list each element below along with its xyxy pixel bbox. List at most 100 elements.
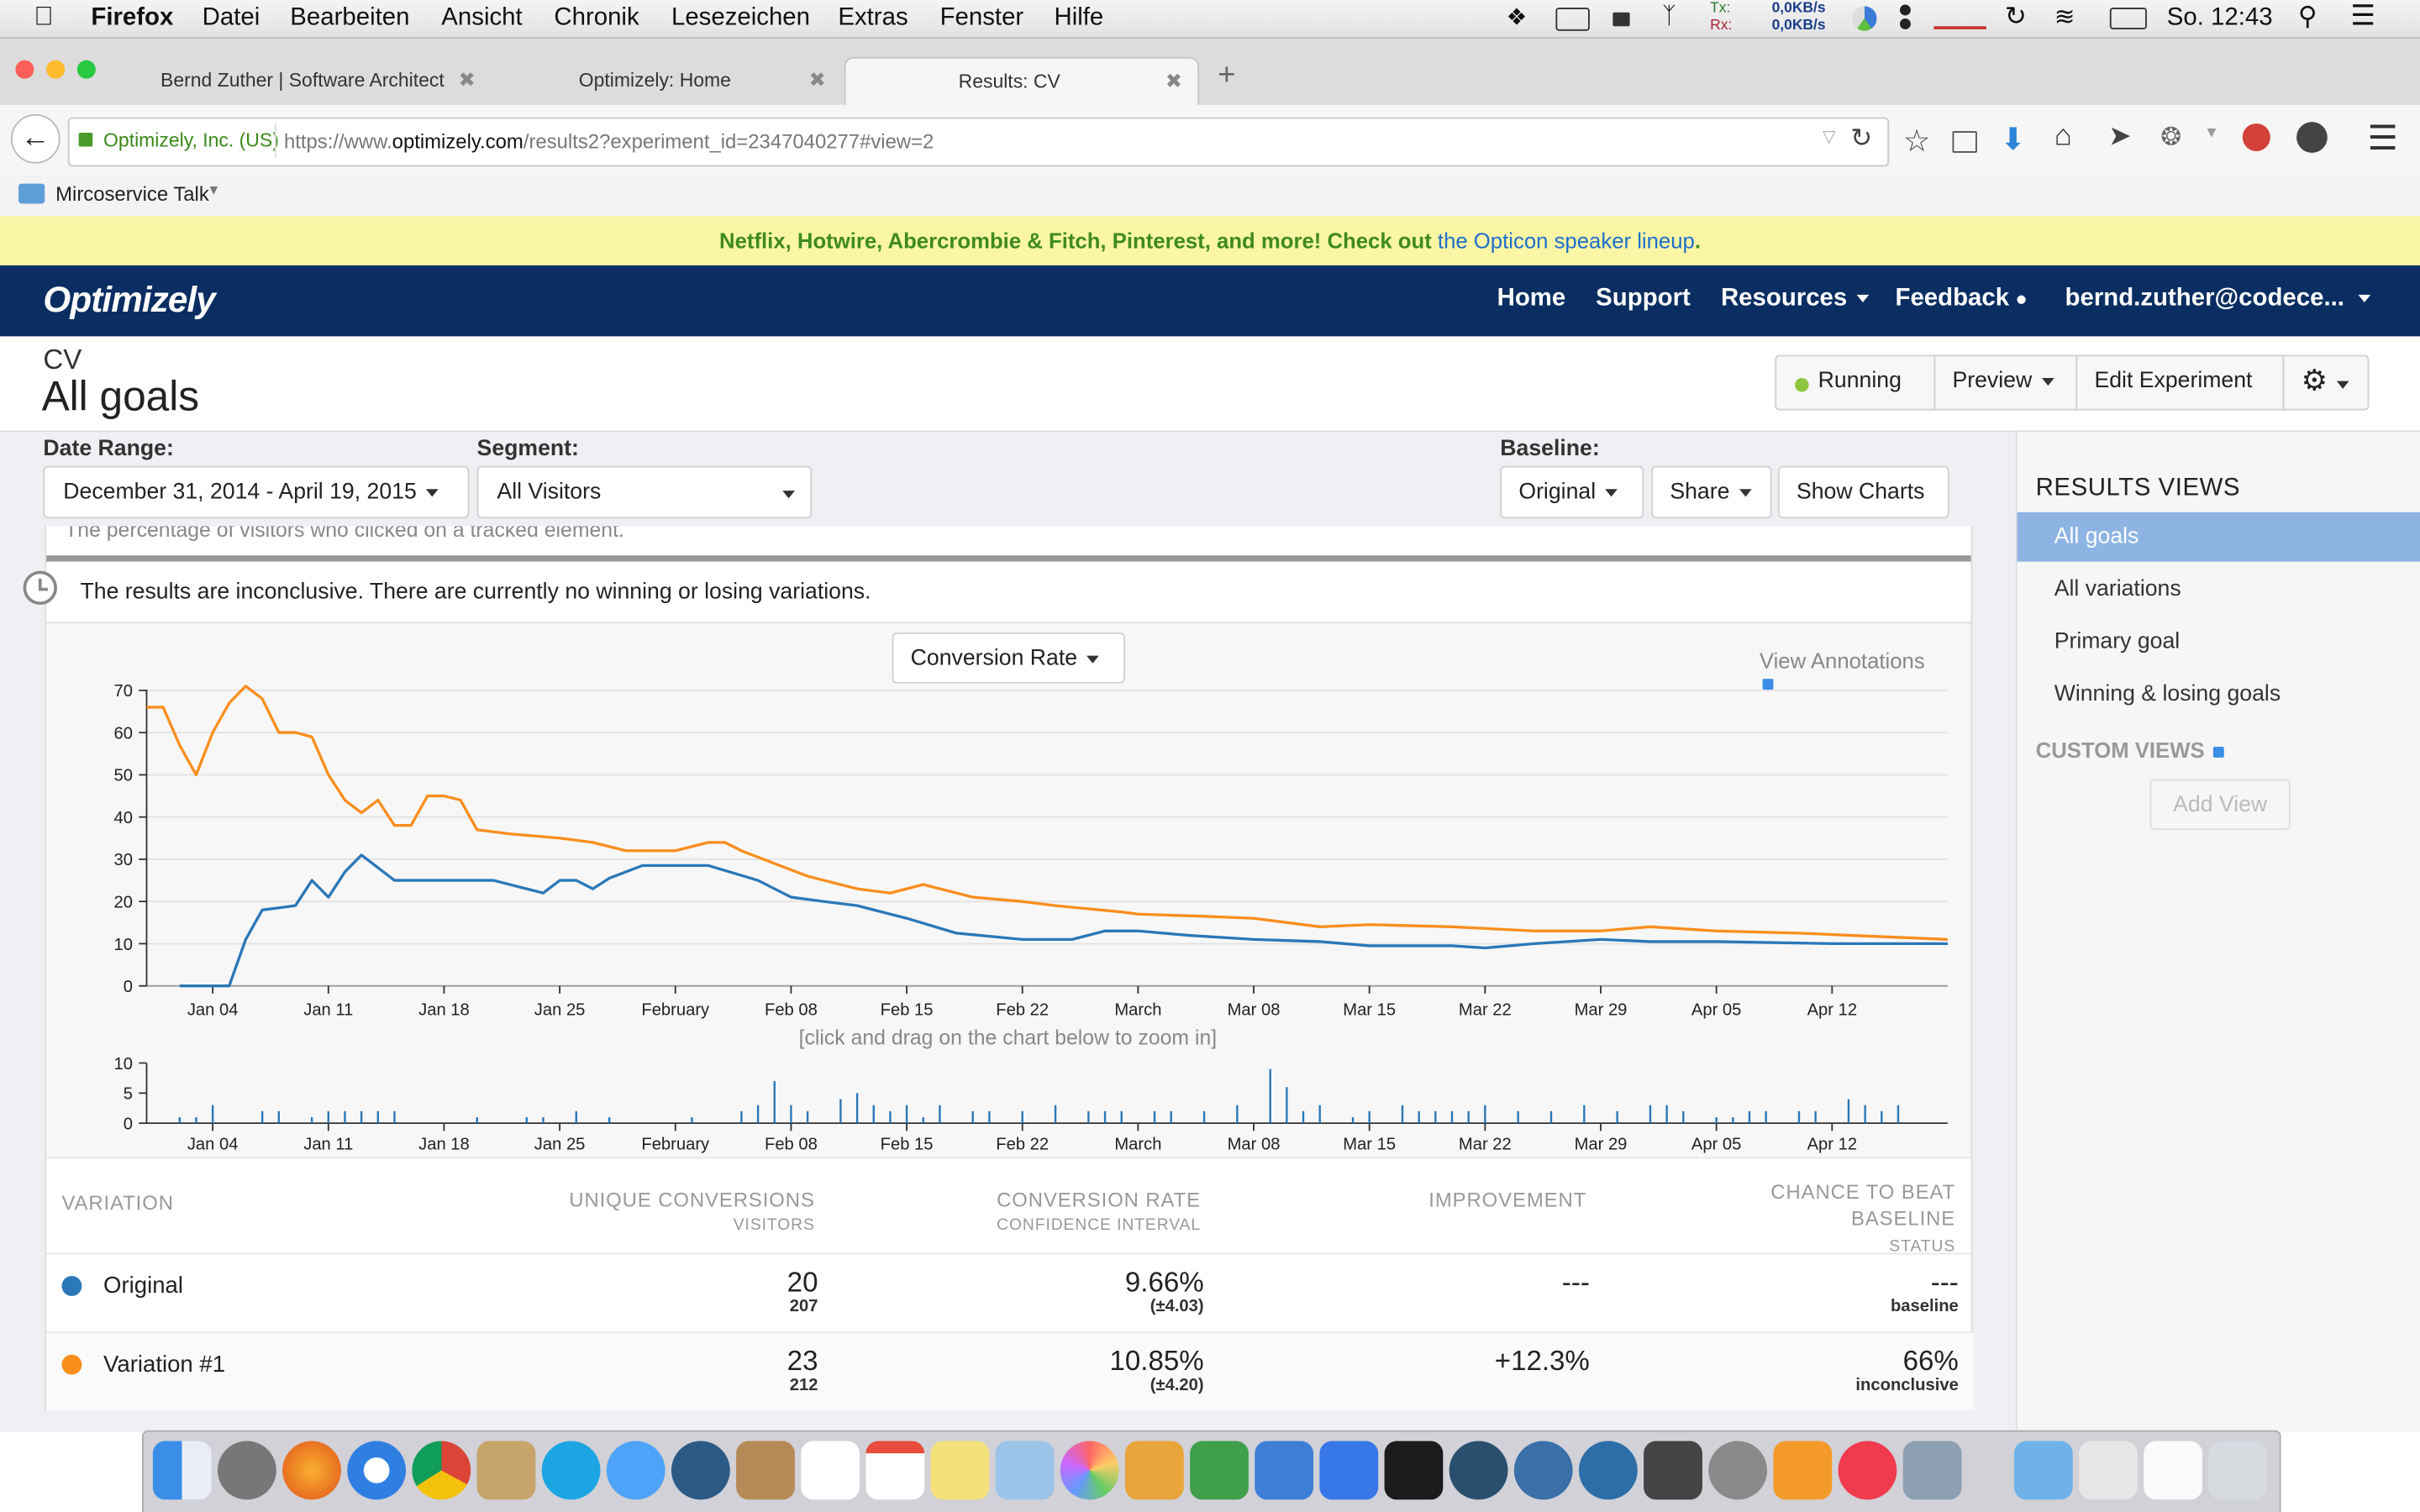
sourcetree-icon[interactable] (1449, 1441, 1508, 1500)
visitors-navigator-chart[interactable]: 0 5 10 Jan 04 Jan 11 Jan 18 Jan 25 February Feb … (92, 1049, 1960, 1158)
bookmark-star-icon[interactable]: ☆ (1903, 122, 1931, 160)
addon-dropdown-icon[interactable]: ▼ (2204, 125, 2219, 142)
send-icon[interactable]: ➤ (2108, 120, 2132, 153)
safari-icon[interactable] (347, 1441, 407, 1500)
menu-item-chronik[interactable]: Chronik (554, 5, 639, 33)
sublime-icon[interactable] (1644, 1441, 1702, 1500)
intellij-icon[interactable] (1319, 1441, 1379, 1500)
nav-resources[interactable]: Resources (1721, 286, 1869, 313)
applications-folder-icon[interactable] (2013, 1441, 2073, 1500)
firebug-icon[interactable]: ❂ (2160, 122, 2181, 153)
pages-icon[interactable] (1124, 1441, 1184, 1500)
date-range-select[interactable]: December 31, 2014 - April 19, 2015 (43, 465, 470, 519)
settings-button[interactable]: ⚙ (2282, 354, 2370, 411)
status-dots-icon[interactable] (1900, 4, 1911, 16)
status-running-button[interactable]: Running (1775, 354, 1936, 411)
url-text[interactable]: https://www.optimizely.com/results2?expe… (284, 129, 934, 153)
view-annotations-link[interactable]: View Annotations (1760, 648, 1925, 672)
system-preferences-icon[interactable] (1708, 1441, 1768, 1500)
tab-optimizely-home[interactable]: Optimizely: Home ✖ (494, 57, 841, 105)
messages-icon[interactable] (606, 1441, 666, 1500)
sidebar-item-winning-losing[interactable]: Winning & losing goals (2018, 669, 2420, 719)
nav-home[interactable]: Home (1497, 286, 1566, 313)
image-capture-icon[interactable] (1902, 1441, 1962, 1500)
bluetooth-icon[interactable]: ᛉ (1662, 3, 1676, 29)
baseline-select[interactable]: Original (1500, 465, 1644, 519)
menu-item-bearbeiten[interactable]: Bearbeiten (290, 5, 409, 33)
lock-icon[interactable] (1612, 12, 1630, 27)
preview-button[interactable]: Preview (1933, 354, 2078, 411)
spotlight-search-icon[interactable]: ⚲ (2298, 2, 2317, 33)
menu-item-ansicht[interactable]: Ansicht (441, 5, 522, 33)
edit-experiment-button[interactable]: Edit Experiment (2075, 354, 2285, 411)
show-charts-button[interactable]: Show Charts (1777, 465, 1949, 519)
window-close-button[interactable] (15, 60, 34, 79)
notification-center-icon[interactable]: ☰ (2350, 0, 2375, 33)
reading-list-icon[interactable] (1952, 131, 1977, 153)
url-bar[interactable]: Optimizely, Inc. (US) https://www.optimi… (67, 117, 1890, 167)
metric-select[interactable]: Conversion Rate (892, 633, 1125, 684)
menu-app-name[interactable]: Firefox (91, 5, 173, 33)
launchpad-icon[interactable] (217, 1441, 276, 1500)
menu-item-hilfe[interactable]: Hilfe (1054, 5, 1103, 33)
url-dropdown-icon[interactable]: ▽ (1823, 127, 1836, 146)
menu-item-datei[interactable]: Datei (203, 5, 260, 33)
ibooks-icon[interactable] (1773, 1441, 1833, 1500)
contacts-icon[interactable] (736, 1441, 795, 1500)
postgres-icon[interactable] (1513, 1441, 1573, 1500)
addon-red-icon[interactable] (2242, 123, 2270, 152)
downloads-icon[interactable]: ⬇ (2000, 120, 2026, 159)
numbers-icon[interactable] (1190, 1441, 1249, 1500)
nav-user-menu[interactable]: bernd.zuther@codece... (2065, 286, 2371, 313)
add-view-button[interactable]: Add View (2149, 779, 2291, 831)
chat-app-icon[interactable] (671, 1441, 730, 1500)
dropbox-icon[interactable]: ❖ (1507, 3, 1528, 31)
trash-icon[interactable] (2208, 1441, 2268, 1500)
tab-close-icon[interactable]: ✖ (1165, 70, 1182, 94)
site-identity[interactable]: Optimizely, Inc. (US) (103, 129, 279, 151)
itunes-icon[interactable] (1838, 1441, 1897, 1500)
window-minimize-button[interactable] (46, 60, 66, 79)
airplay-icon[interactable] (1555, 8, 1590, 31)
clock[interactable]: So. 12:43 (2167, 5, 2273, 33)
tab-results-cv[interactable]: Results: CV ✖ (844, 56, 1200, 107)
nav-support[interactable]: Support (1596, 286, 1691, 313)
html-file-icon[interactable] (2144, 1441, 2203, 1500)
preview-icon[interactable] (995, 1441, 1055, 1500)
skype-icon[interactable] (541, 1441, 601, 1500)
apple-icon[interactable]:  (34, 2, 53, 33)
chrome-icon[interactable] (412, 1441, 471, 1500)
window-zoom-button[interactable] (76, 60, 96, 79)
bookmark-folder-mircoservice[interactable]: Mircoservice Talk (55, 182, 209, 206)
battery-icon[interactable] (2109, 8, 2147, 29)
keynote-icon[interactable] (1255, 1441, 1314, 1500)
photos-icon[interactable] (1060, 1441, 1119, 1500)
conversion-rate-line-chart[interactable]: 0 10 20 30 40 50 60 70 Jan 04 Jan 11 Jan 18 Jan 25 F… (92, 682, 1960, 1021)
menu-item-extras[interactable]: Extras (838, 5, 908, 33)
home-folder-icon[interactable] (2079, 1441, 2138, 1500)
new-tab-button[interactable]: + (1218, 59, 1235, 94)
nav-feedback[interactable]: Feedback ● (1896, 286, 2028, 313)
sidebar-item-all-variations[interactable]: All variations (2018, 564, 2420, 614)
banner-link[interactable]: the Opticon speaker lineup (1438, 228, 1695, 253)
calendar-icon[interactable] (865, 1441, 925, 1500)
mail-icon[interactable] (476, 1441, 536, 1500)
wifi-icon[interactable]: ≋ (2054, 2, 2075, 33)
table-row[interactable]: Variation #1 23 212 10.85% (±4.20) +12.3… (46, 1332, 1975, 1410)
sidebar-item-all-goals[interactable]: All goals (2017, 512, 2420, 562)
cpu-pie-icon[interactable] (1852, 6, 1877, 31)
menu-item-fenster[interactable]: Fenster (940, 5, 1024, 33)
reminders-icon[interactable] (801, 1441, 860, 1500)
share-button[interactable]: Share (1651, 465, 1772, 519)
notes-icon[interactable] (930, 1441, 990, 1500)
sidebar-item-primary-goal[interactable]: Primary goal (2018, 617, 2420, 667)
chat-addon-icon[interactable] (2296, 122, 2328, 153)
optimizely-logo[interactable]: Optimizely (43, 279, 215, 321)
time-machine-icon[interactable]: ↻ (2005, 2, 2027, 33)
tab-bernd-zuther[interactable]: Bernd Zuther | Software Architect ✖ (139, 57, 491, 105)
table-row[interactable]: Original 20 207 9.66% (±4.03) --- --- ba… (46, 1254, 1974, 1331)
back-button[interactable]: ← (10, 113, 60, 164)
terminal-icon[interactable] (1384, 1441, 1444, 1500)
finder-icon[interactable] (152, 1441, 212, 1500)
tab-close-icon[interactable]: ✖ (459, 68, 476, 92)
